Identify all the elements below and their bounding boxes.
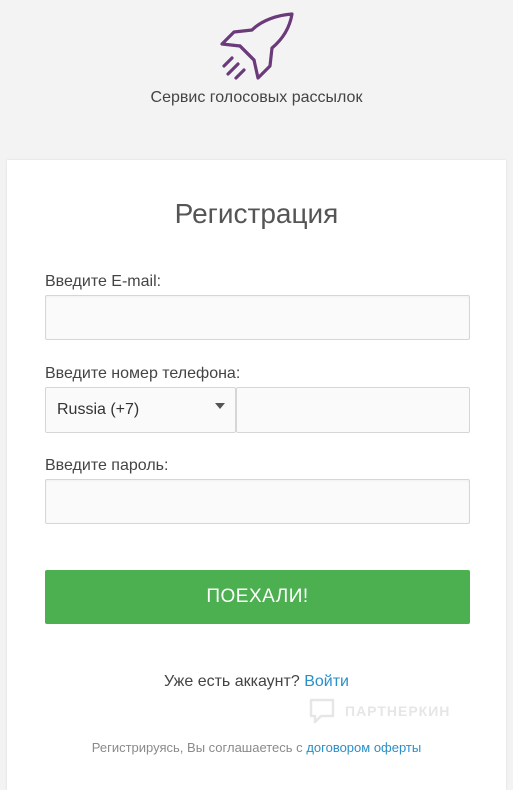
country-select[interactable]: Russia (+7) — [45, 387, 236, 433]
page-title: Регистрация — [174, 198, 339, 229]
phone-field[interactable] — [236, 387, 470, 433]
terms-link[interactable]: договором оферты — [306, 740, 421, 755]
submit-button[interactable]: ПОЕХАЛИ! — [45, 570, 470, 624]
password-field[interactable] — [45, 479, 470, 524]
watermark: ПАРТНЕРКИН — [307, 696, 467, 726]
phone-label: Введите номер телефона: — [45, 365, 241, 382]
has-account-text: Уже есть аккаунт? — [164, 673, 300, 690]
country-select-value: Russia (+7) — [57, 401, 140, 418]
terms-prefix: Регистрируясь, Вы соглашаетесь с — [91, 740, 303, 755]
chevron-down-icon — [215, 403, 225, 409]
watermark-text: ПАРТНЕРКИН — [345, 703, 451, 719]
chat-bubble-icon — [309, 698, 335, 724]
rocket-icon — [220, 12, 294, 80]
terms-notice: Регистрируясь, Вы соглашаетесь с договор… — [0, 740, 513, 755]
tagline: Сервис голосовых рассылок — [150, 89, 363, 106]
login-prompt: Уже есть аккаунт? Войти — [0, 673, 513, 691]
password-label: Введите пароль: — [45, 457, 169, 474]
login-link[interactable]: Войти — [304, 673, 349, 690]
email-field[interactable] — [45, 295, 470, 340]
email-label: Введите E-mail: — [45, 273, 162, 290]
